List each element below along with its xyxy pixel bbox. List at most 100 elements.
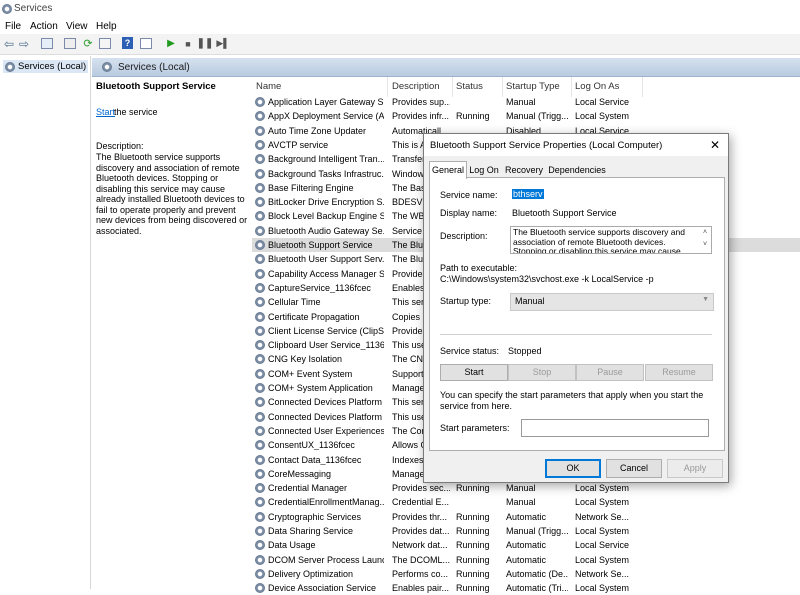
service-status-cell: Running — [456, 568, 490, 579]
service-logon-cell: Local Service — [575, 540, 630, 551]
service-gear-icon — [255, 468, 265, 479]
tab-general[interactable]: General — [429, 161, 467, 179]
scroll-up-icon[interactable]: ˄ — [699, 227, 711, 239]
service-name-cell: Base Filtering Engine — [268, 182, 354, 193]
service-gear-icon — [255, 168, 265, 179]
description-scrollbar[interactable]: ˄ ˅ — [699, 227, 711, 253]
start-service-link[interactable]: Start — [96, 107, 115, 117]
show-action-pane-icon[interactable] — [139, 37, 153, 50]
service-status-cell: Running — [456, 526, 490, 536]
service-description-cell: Enables pair... — [392, 583, 450, 594]
service-name-value[interactable]: bthserv — [512, 189, 544, 199]
tree-node-services-local[interactable]: Services (Local) — [3, 60, 89, 73]
table-row[interactable]: CredentialEnrollmentManag... Credential E… — [252, 495, 800, 509]
service-name-cell: Block Level Backup Engine S... — [268, 211, 384, 222]
service-name-cell: Application Layer Gateway S... — [268, 97, 384, 107]
stop-button[interactable]: Stop — [508, 364, 576, 381]
column-header-description[interactable]: Description — [392, 81, 440, 92]
table-row[interactable]: Delivery Optimization Performs co... Runni… — [252, 567, 800, 581]
apply-button[interactable]: Apply — [667, 459, 723, 478]
column-header-status[interactable]: Status — [456, 81, 483, 92]
service-description-cell: Performs co... — [392, 568, 449, 579]
service-gear-icon — [255, 511, 265, 522]
service-name-cell: Cellular Time — [268, 297, 321, 308]
service-gear-icon — [255, 425, 265, 436]
menu-action[interactable]: Action — [30, 21, 58, 32]
service-gear-icon — [255, 554, 265, 565]
column-header-row: Name Description Status Startup Type Log… — [252, 77, 800, 97]
table-row[interactable]: Data Sharing Service Provides dat... Runni… — [252, 524, 800, 538]
back-arrow-icon[interactable]: ⇦ — [2, 37, 16, 51]
service-gear-icon — [255, 211, 265, 222]
service-description-cell: Provides sec... — [392, 483, 450, 494]
menu-file[interactable]: File — [5, 21, 21, 32]
start-parameters-hint: You can specify the start parameters tha… — [440, 390, 704, 411]
table-row[interactable]: Device Association Service Enables pair..… — [252, 581, 800, 595]
refresh-icon[interactable]: ⟳ — [81, 37, 95, 50]
service-gear-icon — [255, 197, 265, 208]
service-startup-cell: Manual — [506, 97, 536, 107]
description-value: The Bluetooth service supports discovery… — [513, 227, 685, 254]
service-name-cell: AppX Deployment Service (A... — [268, 111, 384, 122]
path-label: Path to executable: — [440, 263, 518, 273]
chevron-down-icon: ▼ — [702, 296, 709, 303]
column-header-name[interactable]: Name — [256, 81, 281, 92]
service-name-cell: CaptureService_1136fcec — [268, 282, 371, 293]
service-gear-icon — [255, 540, 265, 551]
export-list-icon[interactable] — [98, 37, 112, 50]
service-gear-icon — [255, 354, 265, 365]
selected-service-title: Bluetooth Support Service — [96, 81, 216, 92]
column-header-startup-type[interactable]: Startup Type — [506, 81, 560, 92]
tree-node-label: Services (Local) — [18, 61, 87, 72]
table-row[interactable]: Cryptographic Services Provides thr... Run… — [252, 510, 800, 524]
display-name-field[interactable]: Bluetooth Support Service — [512, 208, 617, 218]
startup-type-select[interactable]: Manual ▼ — [510, 293, 714, 311]
menu-view[interactable]: View — [66, 21, 88, 32]
pause-service-icon[interactable]: ❚❚ — [197, 37, 214, 50]
services-gear-icon — [5, 61, 15, 72]
service-startup-cell: Manual (Trigg... — [506, 111, 568, 122]
service-description-cell: The DCOML... — [392, 554, 450, 565]
service-status-label: Service status: — [440, 346, 500, 356]
service-logon-cell: Network Se... — [575, 568, 630, 579]
close-icon[interactable]: ✕ — [706, 137, 724, 153]
table-row[interactable]: Application Layer Gateway S... Provides s… — [252, 95, 800, 109]
help-icon[interactable]: ? — [122, 37, 133, 49]
table-row[interactable]: Credential Manager Provides sec... Running… — [252, 481, 800, 495]
service-gear-icon — [255, 383, 265, 393]
description-label: Description: — [440, 231, 488, 241]
window-title: Services — [14, 3, 53, 14]
description-field[interactable]: The Bluetooth service supports discovery… — [510, 226, 712, 254]
restart-service-icon[interactable]: ▶▌ — [216, 37, 230, 50]
stop-service-icon[interactable]: ■ — [181, 37, 195, 50]
table-row[interactable]: Data Usage Network dat... Running Automatic… — [252, 538, 800, 552]
startup-type-value: Manual — [515, 296, 545, 306]
service-name-cell: Delivery Optimization — [268, 568, 354, 579]
service-description-cell: Provides thr... — [392, 511, 448, 522]
column-header-log-on-as[interactable]: Log On As — [575, 81, 619, 92]
pause-button[interactable]: Pause — [576, 364, 644, 381]
resume-button[interactable]: Resume — [645, 364, 713, 381]
service-name-cell: Certificate Propagation — [268, 311, 360, 322]
general-tab-panel: Service name: bthserv Display name: Blue… — [429, 177, 725, 451]
table-row[interactable]: DCOM Server Process Launc... The DCOML...… — [252, 553, 800, 567]
description-label: Description: — [96, 141, 144, 151]
service-startup-cell: Manual (Trigg... — [506, 526, 568, 536]
cancel-button[interactable]: Cancel — [606, 459, 662, 478]
start-button[interactable]: Start — [440, 364, 508, 381]
table-row[interactable]: AppX Deployment Service (A... Provides in… — [252, 109, 800, 123]
service-gear-icon — [255, 154, 265, 165]
start-parameters-input[interactable] — [521, 419, 709, 437]
start-service-icon[interactable]: ▶ — [164, 37, 178, 50]
console-tree-icon[interactable] — [40, 37, 54, 50]
service-logon-cell: Local System — [575, 483, 630, 494]
service-properties-dialog: Bluetooth Support Service Properties (Lo… — [423, 133, 729, 483]
service-gear-icon — [255, 182, 265, 193]
service-logon-cell: Local System — [575, 554, 630, 565]
menu-help[interactable]: Help — [96, 21, 117, 32]
properties-list-icon[interactable] — [63, 37, 77, 50]
toolbar: ⇦ ⇨ ⟳ ? ▶ ■ ❚❚ ▶▌ — [0, 34, 800, 55]
forward-arrow-icon[interactable]: ⇨ — [17, 37, 31, 51]
scroll-down-icon[interactable]: ˅ — [699, 239, 711, 251]
ok-button[interactable]: OK — [545, 459, 601, 478]
